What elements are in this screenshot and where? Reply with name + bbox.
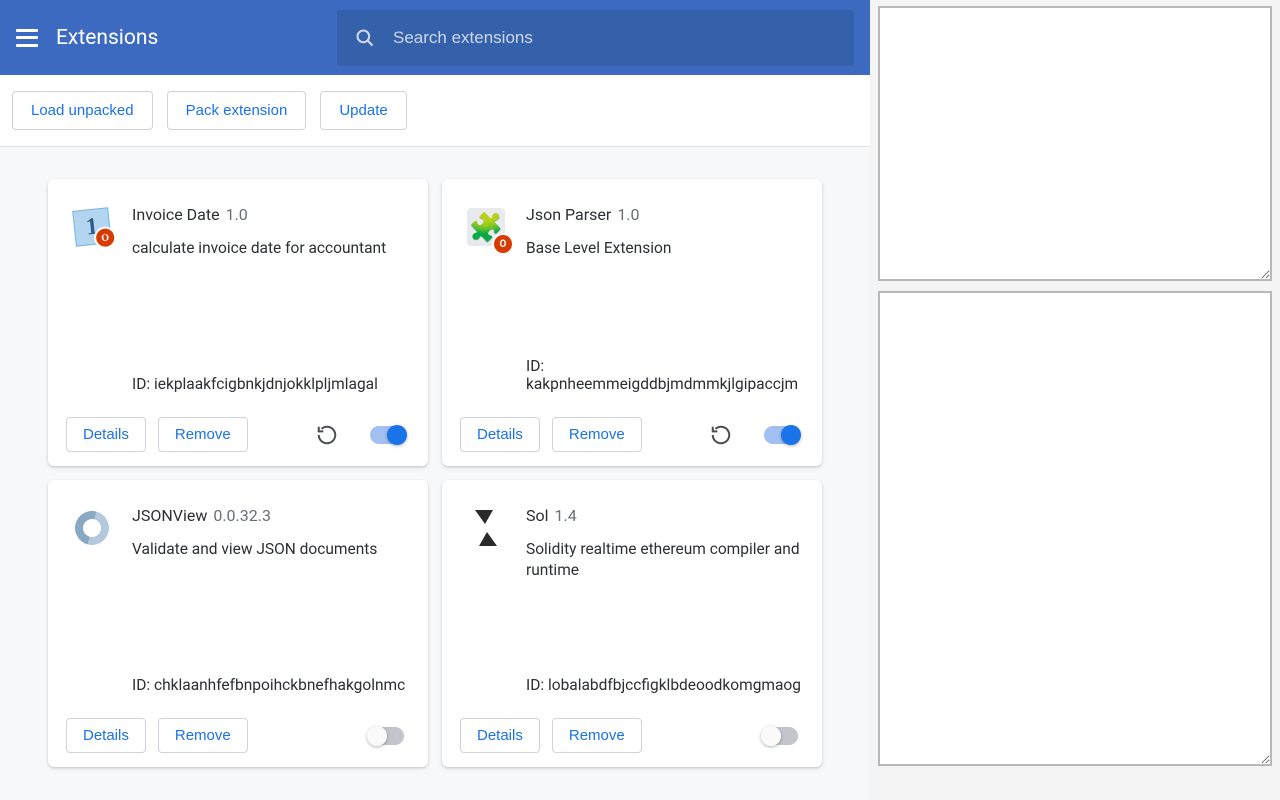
extension-name: Invoice Date1.0 <box>132 205 410 224</box>
pack-extension-button[interactable]: Pack extension <box>167 91 307 130</box>
details-button[interactable]: Details <box>66 417 146 452</box>
extension-id: ID: lobalabdfbjccfigklbdeoodkomgmaog <box>526 676 804 694</box>
extension-description: Solidity realtime ethereum compiler and … <box>526 539 804 581</box>
search-input[interactable] <box>393 28 743 48</box>
solidity-icon <box>469 507 503 549</box>
output-textarea-bottom[interactable] <box>878 291 1272 766</box>
output-textarea-top[interactable] <box>878 6 1272 281</box>
side-panel <box>870 0 1280 800</box>
details-button[interactable]: Details <box>460 718 540 753</box>
remove-button[interactable]: Remove <box>552 417 642 452</box>
extension-card: JSONView0.0.32.3 Validate and view JSON d… <box>48 480 428 767</box>
details-button[interactable]: Details <box>66 718 146 753</box>
office-badge-icon: O <box>93 226 117 250</box>
enable-toggle[interactable] <box>764 727 798 745</box>
extension-name: Json Parser1.0 <box>526 205 804 224</box>
ring-icon <box>73 509 111 547</box>
office-badge-icon: O <box>492 233 514 255</box>
reload-icon[interactable] <box>708 422 734 448</box>
extension-card: 1O Invoice Date1.0 calculate invoice date … <box>48 179 428 466</box>
page-title: Extensions <box>56 26 158 50</box>
reload-icon[interactable] <box>314 422 340 448</box>
enable-toggle[interactable] <box>764 426 798 444</box>
remove-button[interactable]: Remove <box>158 718 248 753</box>
extensions-manager: Extensions Load unpacked Pack extension … <box>0 0 870 800</box>
remove-button[interactable]: Remove <box>552 718 642 753</box>
extension-version: 1.0 <box>226 205 248 224</box>
enable-toggle[interactable] <box>370 426 404 444</box>
search-box[interactable] <box>337 10 854 66</box>
extension-description: Base Level Extension <box>526 238 804 259</box>
extension-grid: 1O Invoice Date1.0 calculate invoice date … <box>0 179 870 767</box>
extension-card: Sol1.4 Solidity realtime ethereum compile… <box>442 480 822 767</box>
extension-version: 0.0.32.3 <box>213 506 271 525</box>
update-button[interactable]: Update <box>320 91 406 130</box>
extension-card: 🧩O Json Parser1.0 Base Level Extension ID: … <box>442 179 822 466</box>
extension-description: calculate invoice date for accountant <box>132 238 410 259</box>
extension-id: ID: kakpnheemmeigddbjmdmmkjlgipaccjm <box>526 357 804 393</box>
load-unpacked-button[interactable]: Load unpacked <box>12 91 153 130</box>
extension-description: Validate and view JSON documents <box>132 539 410 560</box>
header-bar: Extensions <box>0 0 870 75</box>
remove-button[interactable]: Remove <box>158 417 248 452</box>
extension-id: ID: chklaanhfefbnpoihckbnefhakgolnmc <box>132 676 410 694</box>
extension-id: ID: iekplaakfcigbnkjdnjokklpljmlagal <box>132 375 410 393</box>
enable-toggle[interactable] <box>370 727 404 745</box>
extension-name: Sol1.4 <box>526 506 804 525</box>
calendar-icon: 1O <box>72 207 112 247</box>
content-area: 1O Invoice Date1.0 calculate invoice date … <box>0 147 870 800</box>
dev-toolbar: Load unpacked Pack extension Update <box>0 75 870 147</box>
extension-version: 1.0 <box>617 205 639 224</box>
search-icon <box>355 28 375 48</box>
menu-icon[interactable] <box>16 29 38 47</box>
details-button[interactable]: Details <box>460 417 540 452</box>
puzzle-icon: 🧩O <box>467 208 505 246</box>
extension-version: 1.4 <box>555 506 577 525</box>
extension-name: JSONView0.0.32.3 <box>132 506 410 525</box>
